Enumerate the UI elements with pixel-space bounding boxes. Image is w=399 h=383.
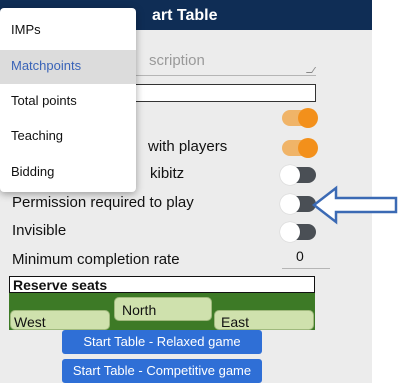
reserve-seats-header: Reserve seats bbox=[9, 276, 315, 293]
seat-north-label: North bbox=[122, 302, 157, 318]
menu-item-matchpoints[interactable]: Matchpoints bbox=[0, 50, 136, 84]
seat-west-label: West bbox=[14, 314, 46, 330]
menu-item-label: IMPs bbox=[11, 22, 41, 37]
toggle-knob bbox=[298, 138, 318, 158]
menu-item-teaching[interactable]: Teaching bbox=[0, 120, 136, 154]
start-relaxed-button[interactable]: Start Table - Relaxed game bbox=[62, 330, 262, 354]
menu-item-label: Total points bbox=[11, 93, 77, 108]
completion-underline bbox=[282, 268, 330, 269]
resize-grip-icon[interactable] bbox=[305, 67, 317, 73]
seat-east-label: East bbox=[221, 314, 250, 330]
scoring-dropdown-menu: IMPs Matchpoints Total points Teaching B… bbox=[0, 8, 136, 192]
pointer-arrow-icon bbox=[311, 185, 398, 225]
seat-north[interactable]: North bbox=[114, 297, 212, 321]
reserve-seats-label: Reserve seats bbox=[13, 277, 108, 293]
menu-item-label: Teaching bbox=[11, 128, 64, 143]
menu-item-label: Matchpoints bbox=[11, 58, 82, 73]
with-players-label: with players bbox=[148, 138, 228, 155]
seat-west[interactable]: West bbox=[10, 310, 110, 330]
invisible-label: Invisible bbox=[12, 222, 67, 239]
completion-value[interactable]: 0 bbox=[296, 248, 304, 264]
completion-label: Minimum completion rate bbox=[12, 251, 180, 268]
toggle-knob bbox=[280, 222, 300, 242]
toggle-knob bbox=[298, 108, 318, 128]
menu-item-label: Bidding bbox=[11, 164, 55, 179]
kibitz-label: kibitz bbox=[150, 165, 185, 182]
seat-east[interactable]: East bbox=[214, 310, 314, 330]
menu-item-bidding[interactable]: Bidding bbox=[0, 156, 136, 190]
menu-item-total-points[interactable]: Total points bbox=[0, 85, 136, 119]
page-title: art Table bbox=[152, 7, 218, 24]
toggle-knob bbox=[280, 165, 300, 185]
permission-label: Permission required to play bbox=[12, 194, 194, 211]
description-placeholder: scription bbox=[149, 52, 205, 69]
menu-item-imps[interactable]: IMPs bbox=[0, 14, 136, 48]
toggle-row1[interactable] bbox=[282, 108, 318, 128]
toggle-knob bbox=[280, 194, 300, 214]
start-competitive-button[interactable]: Start Table - Competitive game bbox=[62, 359, 262, 383]
toggle-with-players[interactable] bbox=[282, 138, 318, 158]
